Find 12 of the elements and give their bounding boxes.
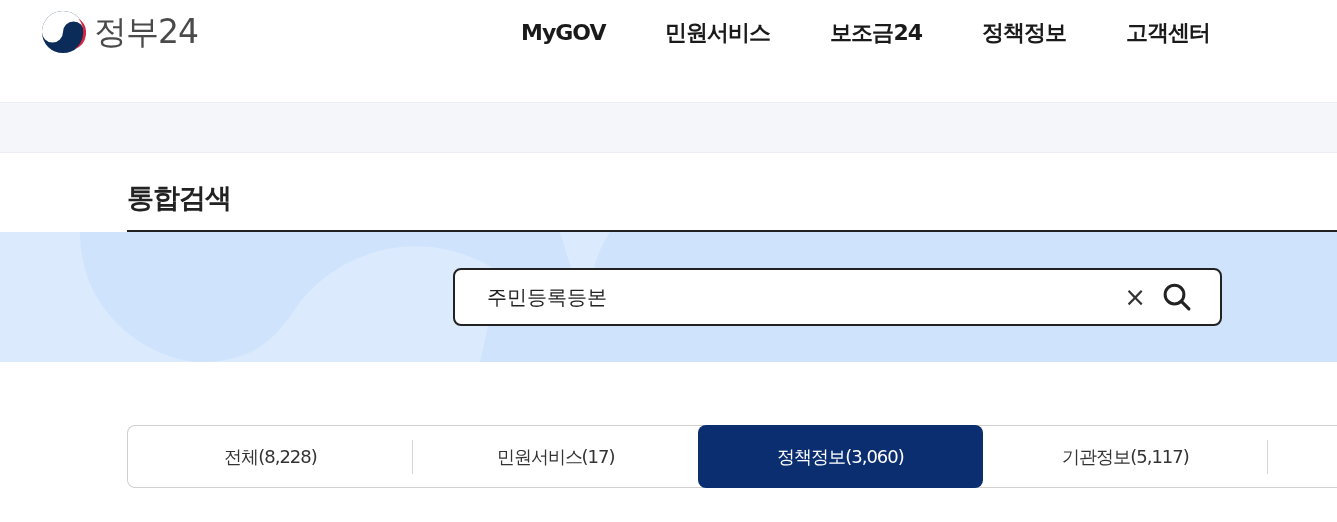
nav-link[interactable]: 보조금24 xyxy=(830,18,923,48)
nav-link[interactable]: 고객센터 xyxy=(1126,18,1211,48)
nav-link[interactable]: 정책정보 xyxy=(982,18,1067,48)
tab[interactable]: 민원서비스(17) xyxy=(413,426,698,487)
search-field[interactable]: 주민등록등본 × xyxy=(453,268,1222,326)
search-icon[interactable] xyxy=(1162,282,1192,312)
nav-link[interactable]: 민원서비스 xyxy=(665,18,771,48)
tab[interactable]: 정책정보(3,060) xyxy=(698,425,983,488)
logo-text[interactable]: 정부24 xyxy=(94,9,198,55)
nav-link[interactable]: MyGOV xyxy=(521,18,606,48)
emblem-icon[interactable] xyxy=(40,9,86,55)
clear-button[interactable]: × xyxy=(1124,282,1146,312)
